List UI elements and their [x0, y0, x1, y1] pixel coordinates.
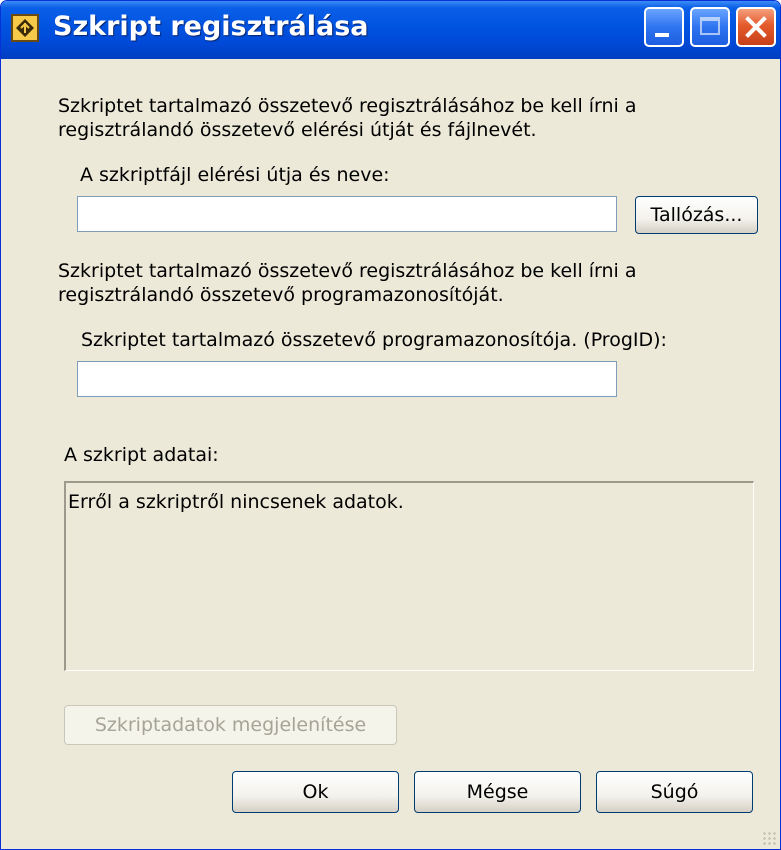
minimize-button[interactable]: [644, 7, 684, 47]
path-instruction-line2: regisztrálandó összetevő elérési útját é…: [58, 119, 537, 141]
dialog-window: Szkript regisztrálása Szkriptet tartalma…: [0, 0, 781, 850]
cancel-button[interactable]: Mégse: [414, 771, 581, 813]
script-info-label: A szkript adatai:: [64, 444, 219, 466]
script-info-text: Erről a szkriptről nincsenek adatok.: [68, 491, 404, 513]
browse-button[interactable]: Tallózás...: [635, 196, 758, 234]
maximize-icon: [700, 17, 720, 35]
close-icon: [745, 16, 767, 38]
window-title: Szkript regisztrálása: [53, 11, 369, 42]
dialog-body: Szkriptet tartalmazó összetevő regisztrá…: [1, 59, 780, 849]
help-button[interactable]: Súgó: [596, 771, 753, 813]
progid-input[interactable]: [77, 361, 617, 397]
script-path-input[interactable]: [77, 196, 617, 232]
maximize-button[interactable]: [690, 7, 730, 47]
resize-grip[interactable]: [762, 831, 776, 845]
browse-button-text: Tallózás...: [650, 204, 743, 226]
show-script-data-button[interactable]: Szkriptadatok megjelenítése: [64, 705, 397, 745]
cancel-button-label: Mégse: [466, 781, 529, 803]
progid-instruction-line1: Szkriptet tartalmazó összetevő regisztrá…: [58, 260, 637, 282]
progid-field-label: Szkriptet tartalmazó összetevő programaz…: [81, 329, 667, 351]
show-script-data-label: Szkriptadatok megjelenítése: [94, 714, 367, 736]
ok-button-label: Ok: [302, 781, 329, 803]
close-button[interactable]: [736, 7, 776, 47]
minimize-icon: [655, 33, 669, 37]
title-bar[interactable]: Szkript regisztrálása: [1, 1, 780, 59]
progid-instruction-line2: regisztrálandó összetevő programazonosít…: [58, 284, 504, 306]
script-register-icon: [11, 14, 39, 42]
ok-button[interactable]: Ok: [232, 771, 399, 813]
path-field-label: A szkriptfájl elérési útja és neve:: [80, 164, 390, 186]
script-info-box: Erről a szkriptről nincsenek adatok.: [64, 481, 754, 671]
help-button-label: Súgó: [650, 781, 699, 803]
path-instruction-line1: Szkriptet tartalmazó összetevő regisztrá…: [58, 95, 637, 117]
